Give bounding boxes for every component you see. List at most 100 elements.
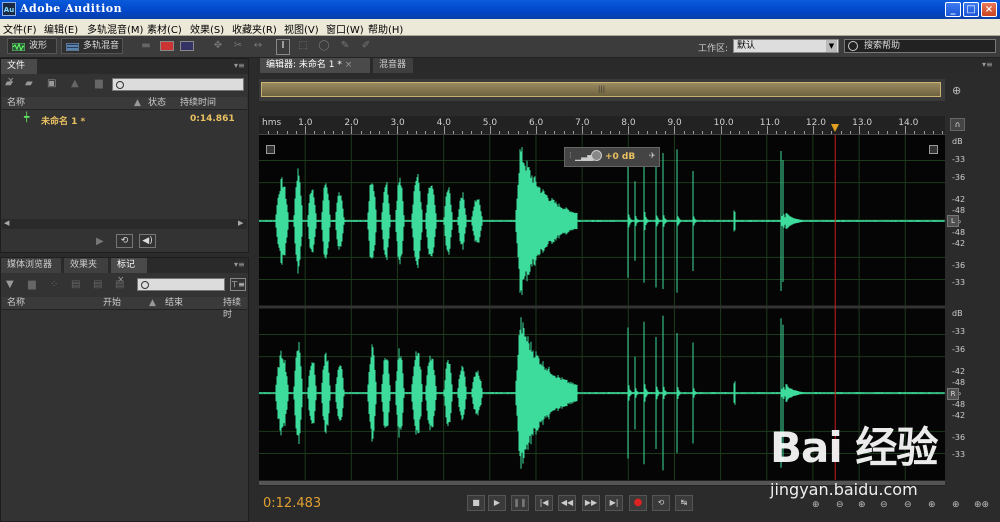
zoom-out-amplitude-icon[interactable]: ⊖ (836, 500, 844, 510)
spectral-frequency-icon[interactable]: ▬ (140, 40, 152, 52)
import-file-icon[interactable]: ▰ (25, 78, 33, 89)
gain-hud[interactable]: ⁞ ▁▃▅ +0 dB ✈ (564, 147, 660, 167)
tab-effects-rack[interactable]: 效果夹 (64, 258, 108, 273)
spectral-pitch-icon[interactable] (180, 41, 194, 51)
filter-list-icon[interactable]: ⊤≡ (230, 278, 246, 291)
zoom-out-time-icon[interactable]: ⊖ (880, 500, 888, 510)
menu-file[interactable]: 文件(F) (3, 21, 37, 36)
ruler-tick (923, 131, 925, 134)
panel-menu-icon[interactable]: ▾≡ (234, 260, 245, 269)
minimize-button[interactable]: _ (945, 2, 961, 17)
add-marker-icon[interactable]: ▼ (6, 279, 14, 290)
zoom-out-full-icon[interactable]: ⊖ (904, 500, 912, 510)
menu-multitrack[interactable]: 多轨混音(M) (87, 21, 143, 36)
column-start[interactable]: 开始 (103, 297, 121, 309)
menu-window[interactable]: 窗口(W) (326, 21, 364, 36)
slip-tool-icon[interactable]: ↔ (252, 40, 264, 52)
spectral-display-icon[interactable] (160, 41, 174, 51)
menu-help[interactable]: 帮助(H) (368, 21, 403, 36)
gain-knob[interactable] (591, 150, 602, 161)
zoom-selection-icon[interactable]: ⊕⊕ (974, 500, 989, 510)
menu-clip[interactable]: 素材(C) (147, 21, 182, 36)
move-tool-icon[interactable]: ✥ (212, 40, 224, 52)
scroll-right-icon: ▶ (238, 219, 244, 227)
insert-multitrack-icon[interactable]: ▲ (71, 78, 79, 89)
menu-edit[interactable]: 编辑(E) (44, 21, 78, 36)
channel-left-button[interactable]: L (947, 215, 959, 227)
column-name[interactable]: 名称 (7, 297, 25, 309)
db-tick: -42 (952, 239, 966, 248)
fade-in-handle-icon[interactable] (266, 145, 275, 154)
brush-tool-icon[interactable]: ✎ (339, 40, 351, 52)
tab-files[interactable]: 文件 × (1, 59, 37, 86)
delete-marker-icon[interactable]: ▆ (28, 279, 36, 290)
zoom-in-time-icon[interactable]: ⊕ (858, 500, 866, 510)
column-duration[interactable]: 持续时 (223, 297, 247, 321)
tab-mixer[interactable]: 混音器 (373, 58, 413, 73)
pin-icon[interactable]: ✈ (649, 151, 656, 160)
column-name[interactable]: 名称 (7, 97, 25, 109)
lasso-tool-icon[interactable]: ◯ (318, 40, 330, 52)
workspace-select[interactable]: 默认 ▼ (733, 39, 839, 53)
fade-out-handle-icon[interactable] (929, 145, 938, 154)
spot-healing-tool-icon[interactable]: ✐ (360, 40, 372, 52)
marquee-tool-icon[interactable]: ⬚ (297, 40, 309, 52)
tab-editor[interactable]: 编辑器: 未命名 1 * × (260, 58, 370, 73)
panel-menu-icon[interactable]: ▾≡ (982, 60, 993, 69)
menu-favorites[interactable]: 收藏夹(R) (232, 21, 277, 36)
time-ruler[interactable]: hms 1.0 2.0 3.0 4.0 5.0 6.0 7.0 8.0 9.0 10.0 11.0 1… (259, 116, 945, 135)
go-to-end-button[interactable]: ▶| (605, 495, 623, 511)
multitrack-icon (65, 42, 80, 52)
column-end[interactable]: 结束 (165, 297, 183, 309)
markers-search-input[interactable] (137, 278, 225, 291)
channel-right-button[interactable]: R (947, 388, 959, 400)
tab-markers[interactable]: 标记 × (111, 258, 147, 285)
delete-icon[interactable]: ▆ (95, 78, 103, 89)
headphones-icon[interactable]: ∩ (950, 118, 965, 131)
maximize-button[interactable]: □ (963, 2, 979, 17)
rewind-button[interactable]: ◀◀ (558, 495, 576, 511)
pause-button[interactable]: ❚❚ (511, 495, 529, 511)
skip-selection-button[interactable]: ↹ (675, 495, 693, 511)
loop-playback-button[interactable]: ⟲ (652, 495, 670, 511)
batch-process-icon[interactable]: ▤ (115, 279, 124, 290)
razor-tool-icon[interactable]: ✂ (232, 40, 244, 52)
current-time-display[interactable]: 0:12.483 (263, 496, 321, 511)
column-duration[interactable]: 持续时间 (180, 97, 216, 109)
files-horizontal-scrollbar[interactable]: ◀ ▶ (2, 219, 247, 229)
insert-playlist-icon[interactable]: ▤ (93, 279, 102, 290)
fast-forward-button[interactable]: ▶▶ (582, 495, 600, 511)
open-file-icon[interactable]: ▰ (5, 78, 13, 89)
multitrack-view-button[interactable]: 多轨混音 (61, 38, 123, 54)
close-button[interactable]: × (981, 2, 997, 17)
db-tick: -48 (952, 206, 966, 215)
column-status[interactable]: 状态 (148, 97, 166, 109)
insert-icon[interactable]: ▣ (47, 78, 56, 89)
loop-preview-icon[interactable]: ⟲ (116, 234, 133, 248)
waveform-view-button[interactable]: 波形 (7, 38, 57, 54)
menu-effects[interactable]: 效果(S) (190, 21, 224, 36)
files-search-input[interactable] (112, 78, 244, 91)
playhead-marker-icon[interactable] (831, 124, 840, 132)
record-button[interactable]: ● (629, 495, 647, 511)
zoom-tool-icon[interactable]: ⊕ (952, 84, 961, 97)
merge-markers-icon[interactable]: ⁘ (50, 279, 58, 290)
zoom-in-point-icon[interactable]: ⊕ (928, 500, 936, 510)
help-search-input[interactable]: 搜索帮助 (844, 39, 996, 53)
zoom-in-amplitude-icon[interactable]: ⊕ (812, 500, 820, 510)
overview-visible-range[interactable]: ||| (261, 82, 941, 97)
time-selection-tool-icon[interactable]: I (276, 39, 290, 55)
editor-tab-bar: 编辑器: 未命名 1 * × 混音器 ▾≡ (257, 58, 1000, 73)
overview-navigator[interactable]: ||| (259, 79, 945, 101)
go-to-start-button[interactable]: |◀ (535, 495, 553, 511)
tab-media-browser[interactable]: 媒体浏览器 (1, 258, 61, 273)
zoom-in-selection-icon[interactable]: ⊕ (952, 500, 960, 510)
file-list-item[interactable]: ┿ 未命名 1 * 0:14.861 (2, 112, 247, 127)
play-preview-icon[interactable]: ▶ (96, 236, 104, 247)
panel-menu-icon[interactable]: ▾≡ (234, 61, 245, 70)
menu-view[interactable]: 视图(V) (284, 21, 319, 36)
stop-button[interactable]: ■ (467, 495, 485, 511)
export-markers-icon[interactable]: ▤ (71, 279, 80, 290)
auto-play-icon[interactable]: ◀) (139, 234, 156, 248)
play-button[interactable]: ▶ (488, 495, 506, 511)
